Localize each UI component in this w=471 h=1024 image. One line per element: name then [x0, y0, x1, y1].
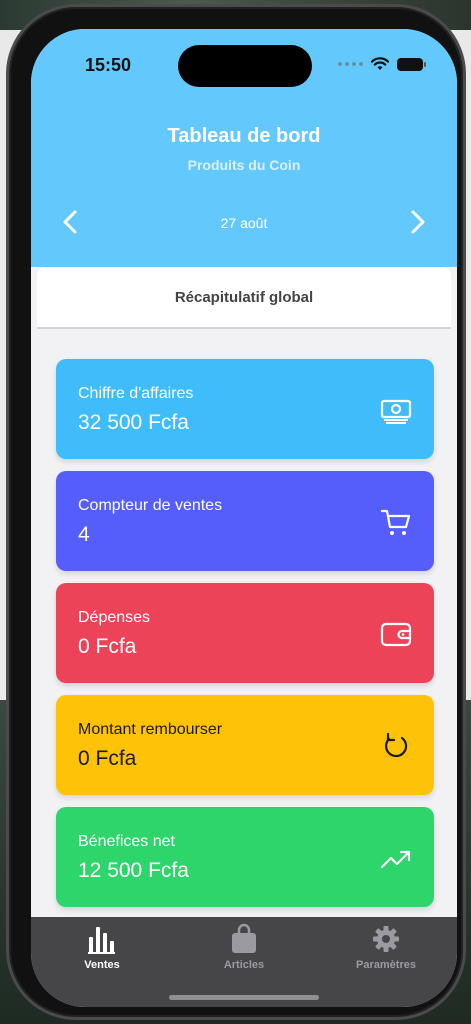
trending-up-icon [380, 850, 411, 869]
chevron-right-icon [411, 210, 425, 234]
status-icons [338, 57, 426, 71]
tab-bar: Ventes Articles Paramètres [31, 917, 457, 1007]
card-expenses[interactable]: Dépenses 0 Fcfa [56, 583, 434, 683]
card-sales-count[interactable]: Compteur de ventes 4 [56, 471, 434, 571]
phone-frame: 15:50 Tableau de bord Produits du Coin 2… [6, 4, 466, 1020]
signal-dots-icon [338, 62, 363, 66]
bag-icon [232, 923, 256, 953]
refresh-icon [384, 732, 408, 758]
wifi-icon [371, 57, 389, 70]
battery-icon [397, 57, 426, 71]
card-label: Dépenses [78, 609, 151, 626]
card-value: 12 500 Fcfa [78, 859, 189, 882]
status-time: 15:50 [85, 55, 132, 75]
page-title: Tableau de bord [167, 125, 321, 147]
gear-icon [373, 926, 399, 952]
card-value: 0 Fcfa [78, 635, 137, 658]
card-value: 32 500 Fcfa [78, 411, 189, 434]
card-label: Compteur de ventes [78, 497, 223, 514]
money-icon [380, 399, 412, 424]
tab-ventes[interactable]: Ventes [31, 923, 173, 983]
wallet-icon [380, 622, 412, 647]
card-label: Montant rembourser [78, 721, 223, 738]
page-subtitle: Produits du Coin [187, 157, 301, 173]
header: 15:50 Tableau de bord Produits du Coin 2… [31, 29, 457, 267]
phone-screen: 15:50 Tableau de bord Produits du Coin 2… [31, 29, 457, 1007]
tab-label: Paramètres [356, 959, 416, 971]
dashboard-content[interactable]: Récapitulatif global Chiffre d'affaires … [37, 267, 451, 917]
card-value: 4 [78, 523, 90, 546]
bar-chart-icon [88, 927, 115, 954]
section-title: Récapitulatif global [37, 267, 451, 329]
tab-articles[interactable]: Articles [173, 923, 315, 983]
tab-parametres[interactable]: Paramètres [315, 923, 457, 983]
next-date-button[interactable] [403, 207, 433, 237]
cart-icon [380, 509, 411, 535]
card-label: Chiffre d'affaires [78, 385, 194, 402]
card-refund[interactable]: Montant rembourser 0 Fcfa [56, 695, 434, 795]
card-net-profit[interactable]: Bénefices net 12 500 Fcfa [56, 807, 434, 907]
tab-label: Articles [223, 959, 265, 971]
card-revenue[interactable]: Chiffre d'affaires 32 500 Fcfa [56, 359, 434, 459]
dynamic-island [178, 45, 312, 87]
card-label: Bénefices net [78, 833, 175, 850]
tab-label: Ventes [84, 959, 120, 971]
card-value: 0 Fcfa [78, 747, 137, 770]
home-indicator [169, 995, 319, 1000]
current-date: 27 août [220, 215, 268, 231]
